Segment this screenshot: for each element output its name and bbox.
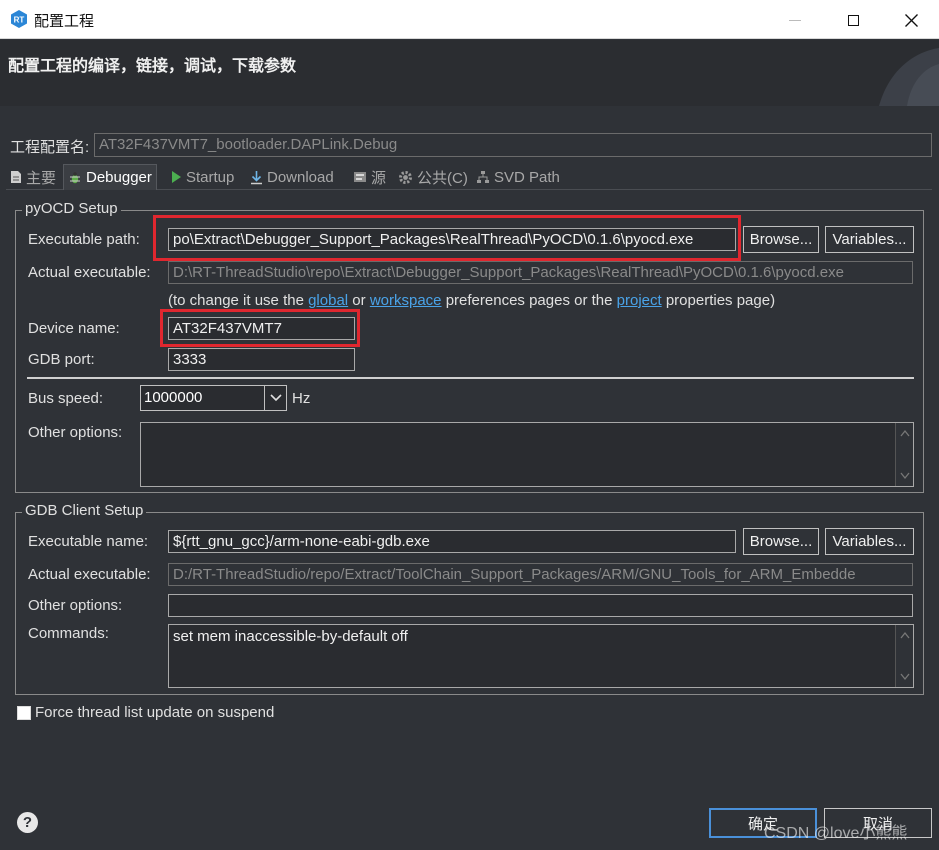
project-link[interactable]: project [617, 292, 662, 309]
highlight-box-device-name [160, 309, 360, 347]
download-icon [251, 170, 262, 184]
workspace-link[interactable]: workspace [370, 292, 442, 309]
pyocd-actual-exe-field[interactable]: D:\RT-ThreadStudio\repo\Extract\Debugger… [168, 261, 913, 284]
tab-main[interactable]: 主要 [6, 164, 60, 190]
bus-speed-combo[interactable]: 1000000 [140, 385, 287, 411]
bug-icon [70, 171, 80, 183]
gdb-browse-button[interactable]: Browse... [743, 528, 819, 555]
pyocd-variables-button[interactable]: Variables... [825, 226, 914, 253]
force-thread-label: Force thread list update on suspend [35, 704, 275, 721]
pyocd-other-options-textarea[interactable] [140, 422, 914, 487]
bus-speed-unit: Hz [292, 390, 311, 407]
gdb-port-label: GDB port: [28, 351, 95, 368]
scroll-up-icon [900, 429, 910, 437]
gdb-actual-exe-field[interactable]: D:/RT-ThreadStudio/repo/Extract/ToolChai… [168, 563, 913, 586]
window-title: 配置工程 [34, 13, 95, 30]
gdb-exe-name-input[interactable]: ${rtt_gnu_gcc}/arm-none-eabi-gdb.exe [168, 530, 736, 553]
highlight-box-exe-path [153, 215, 741, 261]
gdb-other-options-input[interactable] [168, 594, 913, 617]
tree-icon [477, 171, 489, 183]
bus-speed-dropdown[interactable] [264, 386, 286, 410]
close-icon [904, 13, 918, 27]
gdb-other-options-label: Other options: [28, 597, 123, 614]
minimize-icon [789, 19, 801, 21]
vertical-scrollbar[interactable] [895, 625, 913, 687]
pyocd-actual-exe-label: Actual executable: [28, 264, 151, 281]
tab-label: 源 [371, 169, 387, 187]
pyocd-setup-title: pyOCD Setup [22, 200, 121, 217]
hint-text: preferences pages or the [441, 292, 617, 309]
pyocd-browse-button[interactable]: Browse... [743, 226, 819, 253]
tab-source[interactable]: 源 [349, 164, 390, 190]
gdb-variables-button[interactable]: Variables... [825, 528, 914, 555]
bus-speed-label: Bus speed: [28, 390, 104, 407]
gdb-commands-label: Commands: [28, 625, 109, 642]
chevron-down-icon [269, 394, 282, 402]
source-icon [354, 172, 366, 182]
gdb-commands-textarea[interactable]: set mem inaccessible-by-default off [168, 624, 914, 688]
hint-text: properties page) [661, 292, 776, 309]
pyocd-other-options-label: Other options: [28, 424, 123, 441]
gdb-client-setup-title: GDB Client Setup [22, 502, 147, 519]
scroll-down-icon [900, 472, 910, 480]
tab-svd-path[interactable]: SVD Path [472, 164, 564, 190]
vertical-scrollbar[interactable] [895, 423, 913, 486]
preferences-hint: (to change it use the global or workspac… [168, 292, 775, 309]
watermark: CSDN @love小熊熊 [764, 825, 908, 842]
hint-text: (to change it use the [168, 292, 309, 309]
maximize-icon [847, 14, 859, 26]
gdb-exe-name-label: Executable name: [28, 533, 149, 550]
window-titlebar: RT 配置工程 [0, 0, 939, 39]
tab-label: Debugger [86, 169, 152, 186]
separator [27, 377, 914, 379]
tab-bar: 主要 Debugger Startup Download 源 公共(C) SVD… [6, 164, 932, 190]
bus-speed-value: 1000000 [144, 389, 203, 406]
hint-text: or [348, 292, 370, 309]
help-button[interactable]: ? [17, 812, 38, 833]
tab-label: Startup [186, 168, 235, 186]
tab-debugger[interactable]: Debugger [63, 164, 157, 190]
gdb-actual-exe-label: Actual executable: [28, 566, 151, 583]
svg-text:RT: RT [14, 16, 25, 25]
device-name-label: Device name: [28, 320, 120, 337]
close-button[interactable] [891, 6, 931, 34]
global-link[interactable]: global [308, 292, 348, 309]
file-icon [11, 171, 21, 183]
app-icon: RT [11, 10, 27, 28]
tab-download[interactable]: Download [246, 164, 338, 190]
dialog-description: 配置工程的编译，链接，调试，下载参数 [8, 58, 297, 75]
scroll-down-icon [900, 673, 910, 681]
config-name-label: 工程配置名: [10, 139, 90, 156]
banner-decoration [879, 48, 939, 106]
scroll-up-icon [900, 631, 910, 639]
config-name-field[interactable]: AT32F437VMT7_bootloader.DAPLink.Debug [94, 133, 932, 157]
force-thread-checkbox[interactable] [17, 706, 31, 720]
tab-label: 公共(C) [417, 169, 468, 187]
help-icon: ? [22, 814, 33, 831]
gear-icon [399, 170, 412, 184]
dialog-header: 配置工程的编译，链接，调试，下载参数 [0, 40, 939, 106]
maximize-button[interactable] [833, 6, 873, 34]
play-icon [172, 171, 181, 183]
tab-startup[interactable]: Startup [166, 164, 238, 190]
gdb-commands-value: set mem inaccessible-by-default off [173, 628, 408, 645]
tab-label: 主要 [26, 169, 57, 187]
minimize-button[interactable] [775, 6, 815, 34]
pyocd-exe-path-label: Executable path: [28, 231, 140, 248]
gdb-port-input[interactable]: 3333 [168, 348, 355, 371]
tab-common[interactable]: 公共(C) [394, 164, 472, 190]
tab-label: SVD Path [494, 168, 560, 186]
tab-label: Download [267, 168, 334, 186]
